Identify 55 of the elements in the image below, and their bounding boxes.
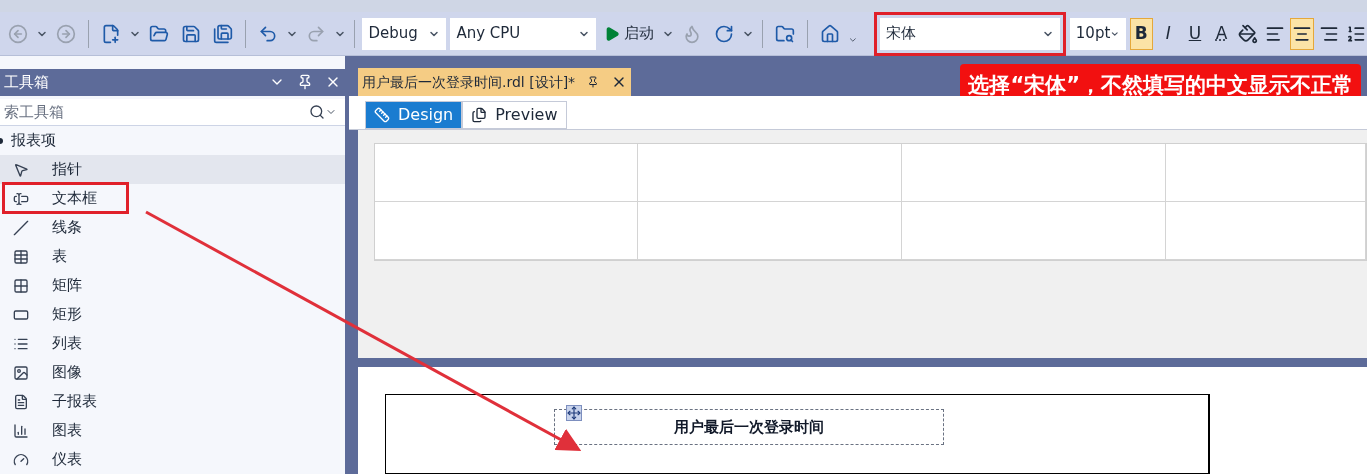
ruler-icon: [374, 107, 390, 124]
move-handle-icon[interactable]: [566, 405, 582, 421]
save-icon: [180, 23, 201, 44]
dropdown-field[interactable]: 宋体: [879, 17, 1060, 50]
format-button[interactable]: A: [1210, 17, 1234, 50]
document-icon: [13, 393, 29, 410]
pointer-icon: [13, 161, 29, 178]
search-icon[interactable]: [309, 104, 325, 120]
play-icon: [604, 25, 621, 42]
toolbox-item[interactable]: 指针: [0, 155, 345, 184]
view-tab[interactable]: Design: [365, 101, 463, 130]
format-button[interactable]: I: [1156, 17, 1180, 50]
dropdown-field[interactable]: Any CPU: [450, 17, 597, 50]
textbox-icon: [13, 190, 29, 207]
image-icon: [13, 364, 29, 381]
group-label[interactable]: 报表项: [11, 129, 56, 152]
toolbox-item[interactable]: 仪表: [0, 445, 345, 474]
table-icon: [13, 248, 29, 265]
toolbox-item[interactable]: 矩阵: [0, 271, 345, 300]
line-icon: [13, 219, 29, 236]
toolbox-item[interactable]: 图像: [0, 358, 345, 387]
save-all-icon: [212, 23, 233, 44]
folder-icon: [148, 23, 169, 44]
format-button[interactable]: B: [1129, 17, 1153, 50]
toolbox-item[interactable]: 矩形: [0, 300, 345, 329]
dropdown-field[interactable]: 10pt: [1069, 17, 1126, 50]
panel-title: 工具箱: [4, 72, 49, 94]
toolbox-item[interactable]: 表: [0, 242, 345, 271]
chart-icon: [13, 422, 29, 439]
pin-icon[interactable]: [297, 74, 313, 91]
pages-icon: [471, 107, 488, 124]
undo-icon: [257, 23, 278, 44]
back-icon: [8, 23, 28, 44]
fill-color-icon: [1238, 23, 1259, 44]
forward-icon: [56, 23, 76, 44]
refresh-icon: [714, 23, 735, 44]
start-button[interactable]: 启动: [600, 22, 659, 45]
gauge-icon: [13, 451, 29, 468]
dropdown-field[interactable]: Debug: [362, 17, 447, 50]
document-tab[interactable]: 用户最后一次登录时间.rdl [设计]*: [358, 68, 632, 96]
folder-search-icon: [775, 23, 796, 44]
toolbar-button[interactable]: [1290, 17, 1314, 50]
tab-title: 用户最后一次登录时间.rdl [设计]*: [362, 72, 576, 92]
toolbox-item[interactable]: 图表: [0, 416, 345, 445]
home-icon: [820, 23, 841, 44]
format-button[interactable]: U: [1183, 17, 1207, 50]
grid-icon: [13, 277, 29, 294]
pin-icon[interactable]: [587, 76, 600, 88]
toolbox-item[interactable]: 子报表: [0, 387, 345, 416]
toolbox-item[interactable]: 文本框: [0, 184, 345, 213]
textbox-text: 用户最后一次登录时间: [674, 416, 824, 438]
view-tab[interactable]: Preview: [462, 101, 567, 130]
toolbox-item[interactable]: 线条: [0, 213, 345, 242]
search-box[interactable]: 索工具箱: [0, 99, 345, 126]
toolbox-item[interactable]: 列表: [0, 329, 345, 358]
